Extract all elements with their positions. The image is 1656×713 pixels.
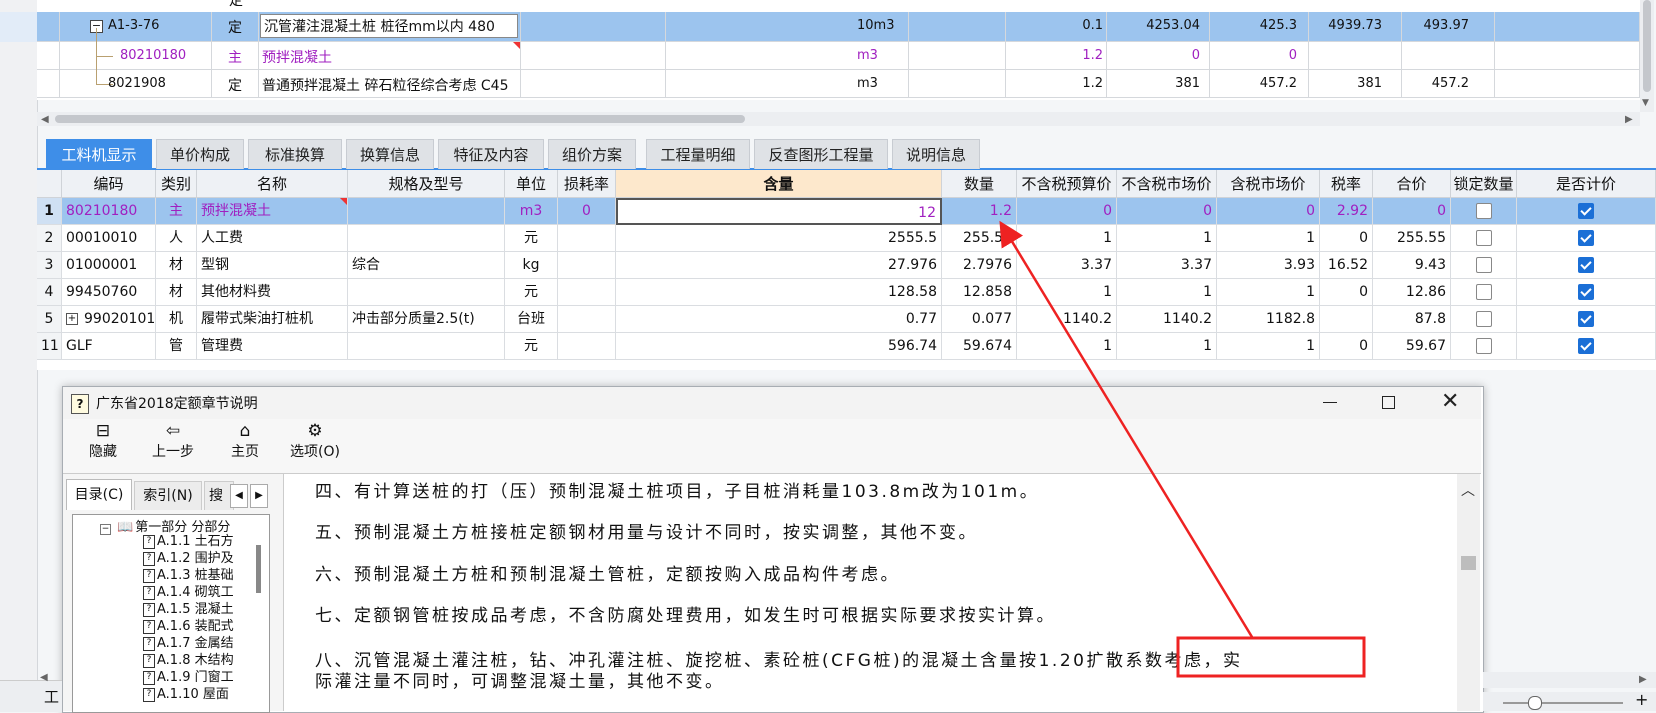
annotation-arrow bbox=[999, 220, 1254, 638]
annotation-highlight-box bbox=[1176, 636, 1366, 678]
annotation-overlay bbox=[999, 220, 1366, 678]
